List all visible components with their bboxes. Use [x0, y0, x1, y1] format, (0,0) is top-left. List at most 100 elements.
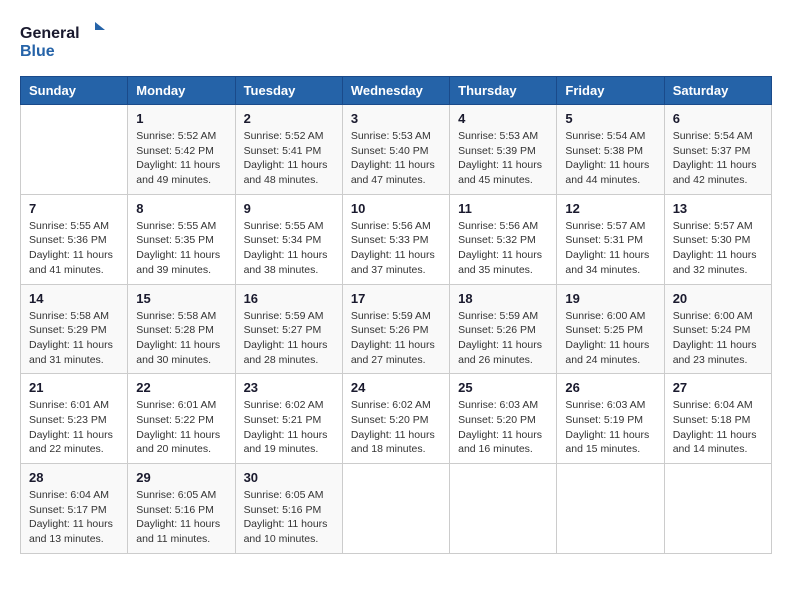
calendar-cell: 19 Sunrise: 6:00 AM Sunset: 5:25 PM Dayli… [557, 284, 664, 374]
day-number: 16 [244, 291, 334, 306]
calendar-table: SundayMondayTuesdayWednesdayThursdayFrid… [20, 76, 772, 554]
calendar-cell: 15Sunrise: 5:58 AM Sunset: 5:28 PM Dayli… [128, 284, 235, 374]
day-number: 4 [458, 111, 548, 126]
calendar-week-row: 21 Sunrise: 6:01 AM Sunset: 5:23 PM Dayli… [21, 374, 772, 464]
day-info: Sunrise: 6:01 AM Sunset: 5:22 PM Dayligh… [136, 398, 226, 457]
calendar-cell: 20 Sunrise: 6:00 AM Sunset: 5:24 PM Dayli… [664, 284, 771, 374]
logo-svg: GeneralBlue [20, 20, 110, 60]
day-info: Sunrise: 6:04 AM Sunset: 5:17 PM Dayligh… [29, 488, 119, 547]
day-number: 7 [29, 201, 119, 216]
svg-text:General: General [20, 25, 80, 42]
day-info: Sunrise: 6:05 AM Sunset: 5:16 PM Dayligh… [136, 488, 226, 547]
day-info: Sunrise: 6:04 AM Sunset: 5:18 PM Dayligh… [673, 398, 763, 457]
calendar-cell [342, 464, 449, 554]
calendar-cell: 16 Sunrise: 5:59 AM Sunset: 5:27 PM Dayli… [235, 284, 342, 374]
calendar-header-row: SundayMondayTuesdayWednesdayThursdayFrid… [21, 77, 772, 105]
day-number: 12 [565, 201, 655, 216]
day-number: 22 [136, 380, 226, 395]
calendar-cell: 8 Sunrise: 5:55 AM Sunset: 5:35 PM Daylig… [128, 194, 235, 284]
calendar-body: 1 Sunrise: 5:52 AM Sunset: 5:42 PM Daylig… [21, 105, 772, 554]
day-number: 20 [673, 291, 763, 306]
day-info: Sunrise: 5:55 AM Sunset: 5:34 PM Dayligh… [244, 219, 334, 278]
calendar-cell: 17 Sunrise: 5:59 AM Sunset: 5:26 PM Dayli… [342, 284, 449, 374]
day-number: 15 [136, 291, 226, 306]
day-info: Sunrise: 5:57 AM Sunset: 5:31 PM Dayligh… [565, 219, 655, 278]
day-number: 3 [351, 111, 441, 126]
day-info: Sunrise: 5:56 AM Sunset: 5:33 PM Dayligh… [351, 219, 441, 278]
calendar-cell: 21 Sunrise: 6:01 AM Sunset: 5:23 PM Dayli… [21, 374, 128, 464]
day-number: 30 [244, 470, 334, 485]
calendar-cell: 4 Sunrise: 5:53 AM Sunset: 5:39 PM Daylig… [450, 105, 557, 195]
calendar-cell: 11 Sunrise: 5:56 AM Sunset: 5:32 PM Dayli… [450, 194, 557, 284]
day-number: 23 [244, 380, 334, 395]
day-info: Sunrise: 5:55 AM Sunset: 5:36 PM Dayligh… [29, 219, 119, 278]
calendar-cell [664, 464, 771, 554]
day-number: 25 [458, 380, 548, 395]
svg-text:Blue: Blue [20, 43, 55, 60]
calendar-cell: 30 Sunrise: 6:05 AM Sunset: 5:16 PM Dayli… [235, 464, 342, 554]
day-number: 26 [565, 380, 655, 395]
day-info: Sunrise: 6:05 AM Sunset: 5:16 PM Dayligh… [244, 488, 334, 547]
calendar-cell: 27 Sunrise: 6:04 AM Sunset: 5:18 PM Dayli… [664, 374, 771, 464]
day-info: Sunrise: 5:59 AM Sunset: 5:26 PM Dayligh… [351, 309, 441, 368]
calendar-cell: 3 Sunrise: 5:53 AM Sunset: 5:40 PM Daylig… [342, 105, 449, 195]
calendar-cell: 1 Sunrise: 5:52 AM Sunset: 5:42 PM Daylig… [128, 105, 235, 195]
day-number: 10 [351, 201, 441, 216]
day-number: 21 [29, 380, 119, 395]
day-info: Sunrise: 6:01 AM Sunset: 5:23 PM Dayligh… [29, 398, 119, 457]
calendar-cell: 29 Sunrise: 6:05 AM Sunset: 5:16 PM Dayli… [128, 464, 235, 554]
day-info: Sunrise: 5:57 AM Sunset: 5:30 PM Dayligh… [673, 219, 763, 278]
calendar-cell: 2Sunrise: 5:52 AM Sunset: 5:41 PM Daylig… [235, 105, 342, 195]
day-number: 8 [136, 201, 226, 216]
day-info: Sunrise: 5:59 AM Sunset: 5:27 PM Dayligh… [244, 309, 334, 368]
calendar-cell: 13 Sunrise: 5:57 AM Sunset: 5:30 PM Dayli… [664, 194, 771, 284]
day-number: 1 [136, 111, 226, 126]
page-header: GeneralBlue [20, 20, 772, 60]
calendar-cell: 9 Sunrise: 5:55 AM Sunset: 5:34 PM Daylig… [235, 194, 342, 284]
day-info: Sunrise: 5:54 AM Sunset: 5:37 PM Dayligh… [673, 129, 763, 188]
day-number: 14 [29, 291, 119, 306]
day-info: Sunrise: 6:02 AM Sunset: 5:21 PM Dayligh… [244, 398, 334, 457]
calendar-cell: 18 Sunrise: 5:59 AM Sunset: 5:26 PM Dayli… [450, 284, 557, 374]
day-header-thursday: Thursday [450, 77, 557, 105]
day-number: 29 [136, 470, 226, 485]
day-number: 13 [673, 201, 763, 216]
day-info: Sunrise: 6:00 AM Sunset: 5:25 PM Dayligh… [565, 309, 655, 368]
calendar-cell: 10 Sunrise: 5:56 AM Sunset: 5:33 PM Dayli… [342, 194, 449, 284]
day-info: Sunrise: 5:56 AM Sunset: 5:32 PM Dayligh… [458, 219, 548, 278]
calendar-cell: 6Sunrise: 5:54 AM Sunset: 5:37 PM Daylig… [664, 105, 771, 195]
day-info: Sunrise: 5:52 AM Sunset: 5:42 PM Dayligh… [136, 129, 226, 188]
day-info: Sunrise: 5:52 AM Sunset: 5:41 PM Dayligh… [244, 129, 334, 188]
calendar-cell [21, 105, 128, 195]
calendar-cell: 5 Sunrise: 5:54 AM Sunset: 5:38 PM Daylig… [557, 105, 664, 195]
calendar-cell: 14Sunrise: 5:58 AM Sunset: 5:29 PM Dayli… [21, 284, 128, 374]
day-info: Sunrise: 5:59 AM Sunset: 5:26 PM Dayligh… [458, 309, 548, 368]
day-header-saturday: Saturday [664, 77, 771, 105]
calendar-week-row: 1 Sunrise: 5:52 AM Sunset: 5:42 PM Daylig… [21, 105, 772, 195]
day-info: Sunrise: 6:02 AM Sunset: 5:20 PM Dayligh… [351, 398, 441, 457]
day-number: 9 [244, 201, 334, 216]
day-number: 27 [673, 380, 763, 395]
calendar-cell: 12 Sunrise: 5:57 AM Sunset: 5:31 PM Dayli… [557, 194, 664, 284]
day-info: Sunrise: 5:54 AM Sunset: 5:38 PM Dayligh… [565, 129, 655, 188]
calendar-cell [557, 464, 664, 554]
logo: GeneralBlue [20, 20, 110, 60]
calendar-cell [450, 464, 557, 554]
day-number: 17 [351, 291, 441, 306]
day-number: 19 [565, 291, 655, 306]
day-info: Sunrise: 5:53 AM Sunset: 5:39 PM Dayligh… [458, 129, 548, 188]
calendar-week-row: 28Sunrise: 6:04 AM Sunset: 5:17 PM Dayli… [21, 464, 772, 554]
day-info: Sunrise: 5:53 AM Sunset: 5:40 PM Dayligh… [351, 129, 441, 188]
day-info: Sunrise: 6:03 AM Sunset: 5:19 PM Dayligh… [565, 398, 655, 457]
day-header-sunday: Sunday [21, 77, 128, 105]
calendar-week-row: 7 Sunrise: 5:55 AM Sunset: 5:36 PM Daylig… [21, 194, 772, 284]
day-info: Sunrise: 5:55 AM Sunset: 5:35 PM Dayligh… [136, 219, 226, 278]
day-number: 11 [458, 201, 548, 216]
day-info: Sunrise: 6:00 AM Sunset: 5:24 PM Dayligh… [673, 309, 763, 368]
day-number: 24 [351, 380, 441, 395]
day-header-wednesday: Wednesday [342, 77, 449, 105]
calendar-cell: 7 Sunrise: 5:55 AM Sunset: 5:36 PM Daylig… [21, 194, 128, 284]
day-number: 5 [565, 111, 655, 126]
calendar-cell: 24 Sunrise: 6:02 AM Sunset: 5:20 PM Dayli… [342, 374, 449, 464]
day-number: 18 [458, 291, 548, 306]
